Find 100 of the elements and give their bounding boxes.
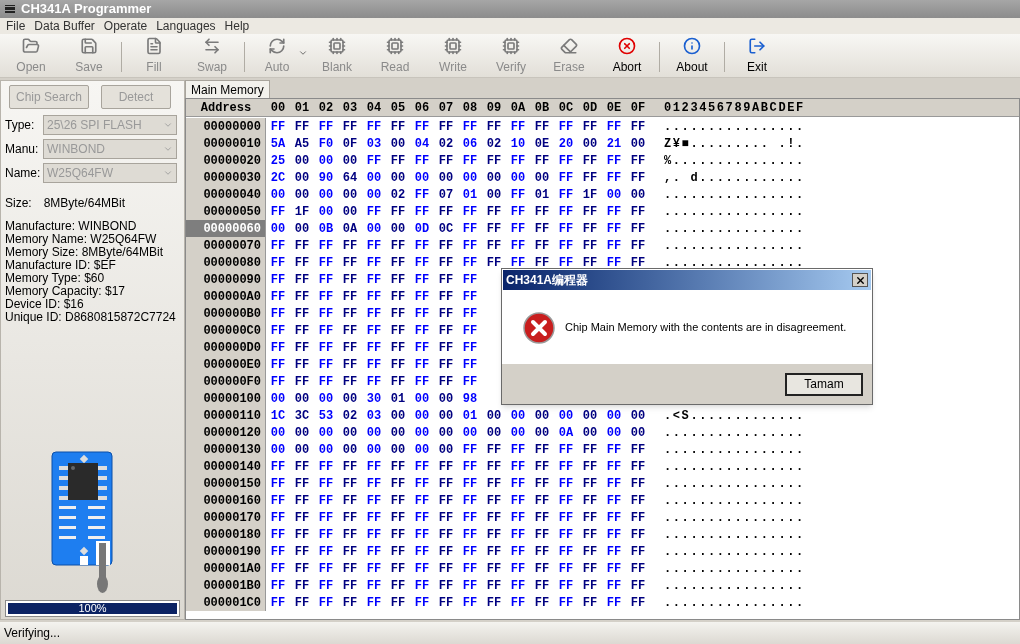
address-cell[interactable]: 00000080 bbox=[186, 254, 266, 271]
hex-byte[interactable]: FF bbox=[602, 525, 626, 544]
address-cell[interactable]: 000000B0 bbox=[186, 305, 266, 322]
hex-byte[interactable]: FF bbox=[314, 559, 338, 578]
hex-byte[interactable]: FF bbox=[410, 185, 434, 204]
hex-byte[interactable]: FF bbox=[434, 287, 458, 306]
hex-byte[interactable]: FF bbox=[602, 508, 626, 527]
hex-byte[interactable]: FF bbox=[554, 151, 578, 170]
hex-byte[interactable]: FF bbox=[434, 491, 458, 510]
hex-byte[interactable]: FF bbox=[410, 474, 434, 493]
hex-byte[interactable]: 00 bbox=[386, 423, 410, 442]
toolbar-button[interactable]: Abort bbox=[598, 34, 656, 76]
hex-byte[interactable]: FF bbox=[314, 338, 338, 357]
hex-byte[interactable]: FF bbox=[506, 219, 530, 238]
hex-byte[interactable]: 00 bbox=[434, 406, 458, 425]
hex-byte[interactable]: 00 bbox=[602, 406, 626, 425]
hex-byte[interactable]: 0B bbox=[314, 219, 338, 238]
hex-byte[interactable]: FF bbox=[266, 117, 290, 136]
hex-byte[interactable]: FF bbox=[314, 304, 338, 323]
hex-byte[interactable]: FF bbox=[482, 474, 506, 493]
hex-byte[interactable]: FF bbox=[338, 457, 362, 476]
hex-byte[interactable]: FF bbox=[338, 491, 362, 510]
hex-byte[interactable]: 01 bbox=[530, 185, 554, 204]
hex-byte[interactable]: FF bbox=[554, 576, 578, 595]
hex-byte[interactable]: 00 bbox=[386, 219, 410, 238]
hex-byte[interactable]: FF bbox=[554, 491, 578, 510]
hex-byte[interactable]: FF bbox=[626, 236, 650, 255]
hex-byte[interactable]: 00 bbox=[578, 134, 602, 153]
hex-byte[interactable]: FF bbox=[602, 576, 626, 595]
address-cell[interactable]: 000001A0 bbox=[186, 560, 266, 577]
hex-byte[interactable]: FF bbox=[386, 525, 410, 544]
hex-byte[interactable]: 1C bbox=[266, 406, 290, 425]
hex-byte[interactable]: FF bbox=[458, 491, 482, 510]
hex-byte[interactable]: 00 bbox=[506, 423, 530, 442]
hex-byte[interactable]: 98 bbox=[458, 389, 482, 408]
hex-byte[interactable]: FF bbox=[290, 321, 314, 340]
hex-byte[interactable]: FF bbox=[506, 202, 530, 221]
hex-byte[interactable]: FF bbox=[266, 576, 290, 595]
hex-byte[interactable]: 00 bbox=[362, 168, 386, 187]
hex-byte[interactable]: FF bbox=[314, 525, 338, 544]
hex-byte[interactable]: FF bbox=[314, 321, 338, 340]
hex-byte[interactable]: FF bbox=[362, 117, 386, 136]
hex-byte[interactable]: FF bbox=[578, 168, 602, 187]
hex-byte[interactable]: FF bbox=[314, 287, 338, 306]
hex-byte[interactable]: FF bbox=[458, 542, 482, 561]
hex-byte[interactable]: FF bbox=[434, 525, 458, 544]
menu-item[interactable]: Data Buffer bbox=[34, 17, 95, 35]
hex-byte[interactable]: FF bbox=[338, 236, 362, 255]
hex-byte[interactable]: FF bbox=[338, 372, 362, 391]
hex-byte[interactable]: 07 bbox=[434, 185, 458, 204]
hex-byte[interactable]: FF bbox=[362, 338, 386, 357]
hex-byte[interactable]: FF bbox=[458, 270, 482, 289]
hex-byte[interactable]: 10 bbox=[506, 134, 530, 153]
hex-byte[interactable]: 02 bbox=[386, 185, 410, 204]
hex-byte[interactable]: FF bbox=[410, 270, 434, 289]
hex-byte[interactable]: FF bbox=[410, 253, 434, 272]
hex-byte[interactable]: FF bbox=[290, 338, 314, 357]
hex-byte[interactable]: 01 bbox=[458, 185, 482, 204]
hex-byte[interactable]: FF bbox=[578, 202, 602, 221]
tab[interactable]: Main Memory bbox=[185, 80, 270, 98]
hex-byte[interactable]: FF bbox=[602, 168, 626, 187]
hex-byte[interactable]: FF bbox=[386, 372, 410, 391]
hex-byte[interactable]: FF bbox=[338, 321, 362, 340]
hex-byte[interactable]: FF bbox=[266, 338, 290, 357]
hex-byte[interactable]: FF bbox=[458, 355, 482, 374]
hex-byte[interactable]: 5A bbox=[266, 134, 290, 153]
hex-byte[interactable]: FF bbox=[290, 593, 314, 612]
hex-byte[interactable]: FF bbox=[266, 457, 290, 476]
hex-byte[interactable]: FF bbox=[290, 491, 314, 510]
hex-byte[interactable]: FF bbox=[386, 287, 410, 306]
hex-byte[interactable]: 00 bbox=[314, 185, 338, 204]
address-cell[interactable]: 000000F0 bbox=[186, 373, 266, 390]
hex-byte[interactable]: FF bbox=[410, 525, 434, 544]
hex-byte[interactable]: FF bbox=[506, 117, 530, 136]
hex-byte[interactable]: FF bbox=[266, 491, 290, 510]
hex-byte[interactable]: 00 bbox=[290, 440, 314, 459]
address-cell[interactable]: 000001C0 bbox=[186, 594, 266, 611]
hex-byte[interactable]: FF bbox=[362, 508, 386, 527]
hex-byte[interactable]: FF bbox=[506, 440, 530, 459]
hex-byte[interactable]: FF bbox=[578, 491, 602, 510]
hex-byte[interactable]: FF bbox=[314, 372, 338, 391]
address-cell[interactable]: 000000C0 bbox=[186, 322, 266, 339]
address-cell[interactable]: 00000180 bbox=[186, 526, 266, 543]
hex-byte[interactable]: FF bbox=[434, 151, 458, 170]
hex-byte[interactable]: FF bbox=[362, 270, 386, 289]
hex-byte[interactable]: FF bbox=[362, 253, 386, 272]
address-cell[interactable]: 00000050 bbox=[186, 203, 266, 220]
menu-item[interactable]: Languages bbox=[156, 17, 216, 35]
hex-byte[interactable]: F0 bbox=[314, 134, 338, 153]
hex-byte[interactable]: FF bbox=[434, 355, 458, 374]
hex-byte[interactable]: FF bbox=[530, 525, 554, 544]
hex-byte[interactable]: FF bbox=[578, 474, 602, 493]
hex-byte[interactable]: FF bbox=[626, 508, 650, 527]
hex-byte[interactable]: FF bbox=[386, 355, 410, 374]
hex-byte[interactable]: FF bbox=[602, 474, 626, 493]
hex-byte[interactable]: FF bbox=[602, 219, 626, 238]
hex-byte[interactable]: FF bbox=[290, 355, 314, 374]
address-cell[interactable]: 00000190 bbox=[186, 543, 266, 560]
hex-byte[interactable]: 00 bbox=[266, 219, 290, 238]
hex-byte[interactable]: FF bbox=[554, 185, 578, 204]
